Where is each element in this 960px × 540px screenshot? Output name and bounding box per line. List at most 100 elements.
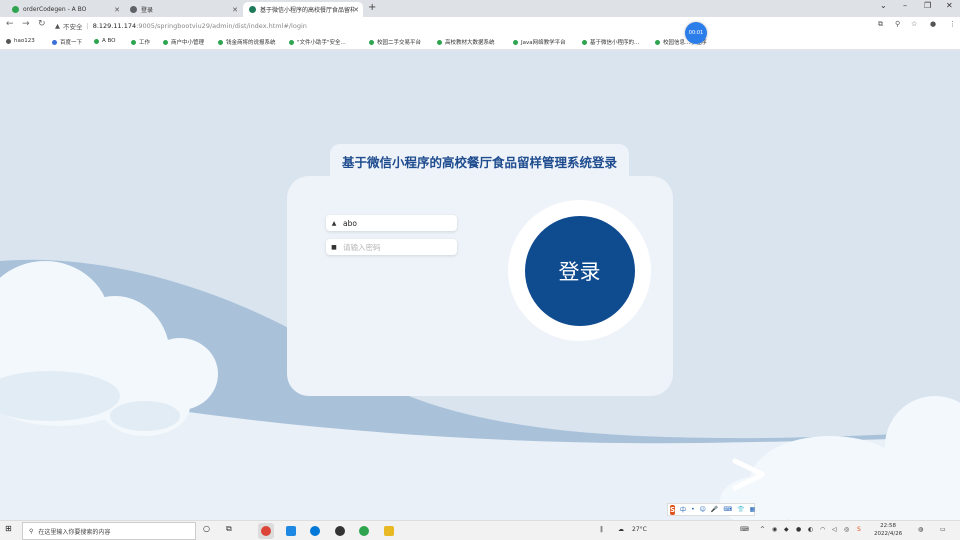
keyboard-icon[interactable]: ⌨ <box>740 526 749 533</box>
cortana-icon[interactable]: ○ <box>203 524 210 533</box>
tab-label: orderCodegen - A BO <box>23 6 87 13</box>
bookmark-item[interactable]: 高校教材大数据系统 <box>437 38 495 46</box>
search-icon: ⚲ <box>29 527 34 535</box>
password-input[interactable] <box>343 242 443 252</box>
tab-active-login-system[interactable]: 基于微信小程序的高校餐厅食品留样管理系统登录 ✕ <box>243 2 363 17</box>
new-tab-plus-icon[interactable]: + <box>368 2 376 13</box>
url-host: 8.129.11.174 <box>92 22 137 30</box>
tab-label: 登录 <box>141 7 154 14</box>
login-title-tab: 基于微信小程序的高校餐厅食品留样管理系统登录 <box>330 144 629 178</box>
address-toolbar: ← → ↻ ▲ 不安全 | 8.129.11.174 :9005/springb… <box>0 17 960 35</box>
back-arrow-icon[interactable]: ← <box>6 19 14 29</box>
login-button-ring: 登录 <box>508 200 651 341</box>
restore-icon[interactable]: ❐ <box>924 1 931 10</box>
weather-icon: ☁ <box>618 526 624 533</box>
divider: | <box>86 22 89 30</box>
tab-close-icon[interactable]: ✕ <box>353 6 359 14</box>
bookmark-item[interactable]: 钱金商将的说报系统 <box>218 38 276 46</box>
wifi-icon[interactable]: ◠ <box>820 526 825 533</box>
ime-menu-icon[interactable]: ▦ <box>750 506 756 513</box>
tab-close-icon[interactable]: ✕ <box>114 6 120 14</box>
files-taskbar-icon[interactable] <box>381 523 397 539</box>
tab-favicon-icon <box>130 6 137 13</box>
tray-app-icon[interactable]: ◐ <box>808 526 813 533</box>
sogou-logo-icon[interactable]: S <box>670 504 676 515</box>
lock-icon: ■ <box>331 243 337 251</box>
tab-label: 基于微信小程序的高校餐厅食品留样管理系统登录 <box>260 7 354 14</box>
bookmark-item[interactable]: "文件小助手"安全... <box>289 38 346 46</box>
ime-punctuation-icon[interactable]: • <box>691 506 695 513</box>
taskbar-search-box[interactable]: ⚲ 在这里输入你要搜索的内容 <box>22 522 196 540</box>
profile-icon[interactable]: ● <box>930 20 936 28</box>
bookmark-label: 工作 <box>139 40 151 46</box>
task-view-icon[interactable]: ⧉ <box>226 524 232 534</box>
weather-temp[interactable]: 27°C <box>632 526 647 533</box>
tray-overflow-icon[interactable]: ^ <box>760 526 765 533</box>
bookmark-label: 百度一下 <box>60 40 83 46</box>
notification-badge-icon[interactable]: ◍ <box>918 526 923 533</box>
action-center-icon[interactable]: ▭ <box>940 526 946 533</box>
player-taskbar-icon[interactable] <box>283 523 299 539</box>
tab-close-icon[interactable]: ✕ <box>232 6 238 14</box>
bookmark-icon <box>163 39 168 45</box>
password-field[interactable]: ■ <box>326 239 457 255</box>
menu-dots-icon[interactable]: ⋮ <box>949 20 956 28</box>
bookmark-icon <box>131 39 136 45</box>
bookmark-item[interactable]: 百度一下 <box>52 38 82 46</box>
url-path: :9005/springbootviu29/admin/dist/index.h… <box>136 22 307 30</box>
bookmark-item[interactable]: 工作 <box>131 38 150 46</box>
bookmark-icon <box>437 39 442 45</box>
url-bar[interactable]: ▲ 不安全 | 8.129.11.174 :9005/springbootviu… <box>55 19 870 33</box>
minimize-icon[interactable]: – <box>903 1 907 10</box>
qq-taskbar-icon[interactable] <box>332 523 348 539</box>
ime-skin-icon[interactable]: 👕 <box>737 506 744 513</box>
bookmark-item[interactable]: A BO <box>94 38 116 44</box>
ime-mic-icon[interactable]: 🎤 <box>711 506 718 513</box>
user-icon: ▲ <box>331 219 337 227</box>
ime-keyboard-icon[interactable]: ⌨ <box>723 506 732 513</box>
login-button[interactable]: 登录 <box>524 215 635 326</box>
username-input[interactable] <box>343 218 443 228</box>
bookmark-icon <box>52 39 57 45</box>
tray-app-icon[interactable]: ◉ <box>772 526 777 533</box>
bookmark-item[interactable]: hao123 <box>6 38 35 44</box>
tray-app-icon[interactable]: ● <box>796 526 801 533</box>
bookmark-icon <box>655 39 660 45</box>
window-close-icon[interactable]: ✕ <box>946 1 953 10</box>
bookmark-icon <box>289 39 294 45</box>
tab-ordercodegen[interactable]: orderCodegen - A BO ✕ <box>6 2 124 17</box>
recording-timer-badge[interactable]: 00:01 <box>685 22 707 44</box>
bookmark-label: 商户中小管理 <box>171 40 205 46</box>
bookmarks-bar: hao123 百度一下 A BO 工作 商户中小管理 钱金商将的说报系统 "文件… <box>0 35 960 50</box>
bookmark-icon <box>94 38 99 44</box>
windows-start-icon[interactable]: ⊞ <box>5 524 12 533</box>
ime-chinese-mode[interactable]: 中 <box>680 505 686 514</box>
app-taskbar-icon[interactable] <box>356 523 372 539</box>
bookmark-item[interactable]: 商户中小管理 <box>163 38 204 46</box>
bookmark-icon <box>218 39 223 45</box>
login-page: 基于微信小程序的高校餐厅食品留样管理系统登录 ▲ ■ 登录 S 中 • ☺ 🎤 … <box>0 51 960 520</box>
volume-icon[interactable]: ◁ <box>832 526 837 533</box>
ime-emoji-icon[interactable]: ☺ <box>700 506 706 513</box>
forward-arrow-icon[interactable]: → <box>22 19 30 29</box>
bookmark-item[interactable]: 基于微信小程序的... <box>582 38 639 46</box>
zoom-icon[interactable]: ⚲ <box>895 20 900 28</box>
tab-search-chevron-icon[interactable]: ⌄ <box>880 1 887 10</box>
bookmark-item[interactable]: Java网络教学平台 <box>513 38 566 46</box>
username-field[interactable]: ▲ <box>326 215 457 231</box>
bookmark-label: 基于微信小程序的... <box>590 40 640 46</box>
sogou-tray-icon[interactable]: S <box>857 526 861 533</box>
chrome-taskbar-icon[interactable] <box>258 523 274 539</box>
bookmark-item[interactable]: 校园二手交易平台 <box>369 38 421 46</box>
tab-login[interactable]: 登录 ✕ <box>124 2 242 17</box>
tray-app-icon[interactable]: ◎ <box>844 526 849 533</box>
browser-tab-strip: orderCodegen - A BO ✕ 登录 ✕ 基于微信小程序的高校餐厅食… <box>0 0 960 17</box>
edge-taskbar-icon[interactable] <box>307 523 323 539</box>
reload-icon[interactable]: ↻ <box>38 19 46 29</box>
translate-icon[interactable]: ⧉ <box>878 20 883 29</box>
login-card: ▲ ■ 登录 <box>287 176 673 396</box>
clock-date: 2022/4/26 <box>874 530 903 537</box>
tray-app-icon[interactable]: ◆ <box>784 526 789 533</box>
system-clock[interactable]: 22:58 2022/4/26 <box>874 523 902 538</box>
bookmark-star-icon[interactable]: ☆ <box>911 20 917 28</box>
